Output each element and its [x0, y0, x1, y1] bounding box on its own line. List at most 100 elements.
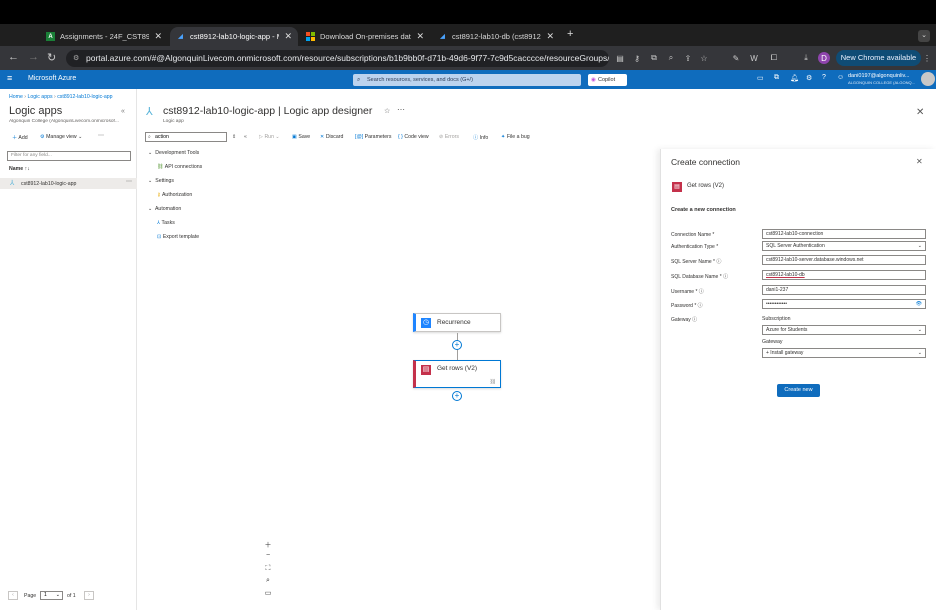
- install-app-icon[interactable]: ⧉: [648, 52, 660, 64]
- search-zoom-icon[interactable]: ⌕: [263, 577, 273, 585]
- new-tab-button[interactable]: +: [567, 28, 573, 40]
- directories-icon[interactable]: ⧉: [774, 74, 779, 82]
- window-top-bar: [0, 0, 936, 24]
- copilot-icon: ◉: [591, 77, 596, 83]
- search-icon: ⌕: [148, 134, 151, 140]
- server-name-input[interactable]: cst8912-lab10-server.database.windows.ne…: [762, 255, 926, 265]
- discard-button[interactable]: ✕ Discard: [320, 134, 343, 140]
- info-button[interactable]: ⓘ Info: [473, 134, 488, 141]
- fit-view-button[interactable]: ⛶: [263, 565, 273, 573]
- extension-w-icon[interactable]: W: [748, 52, 760, 64]
- menu-item-api-connections[interactable]: ⛓ API connections: [157, 164, 202, 170]
- close-panel-icon[interactable]: ✕: [916, 157, 923, 166]
- create-new-button[interactable]: Create new: [777, 384, 820, 397]
- connection-name-input[interactable]: cst8912-lab10-connection: [762, 229, 926, 239]
- help-icon[interactable]: ?: [822, 74, 826, 81]
- pager-label: Page: [24, 593, 37, 599]
- list-item-label: cst8912-lab10-logic-app: [21, 181, 77, 187]
- password-key-icon[interactable]: ⚷: [631, 52, 643, 64]
- save-button[interactable]: ▣ Save: [292, 134, 310, 140]
- menu-group-settings[interactable]: ⌄ Settings: [148, 178, 174, 184]
- file-bug-button[interactable]: ✦ File a bug: [501, 134, 530, 140]
- minimap-icon[interactable]: ▭: [263, 589, 273, 597]
- more-icon[interactable]: ⋯: [98, 132, 104, 139]
- feedback-icon[interactable]: ☺: [837, 74, 844, 81]
- chrome-menu-icon[interactable]: ⋮: [921, 52, 933, 64]
- browser-tab[interactable]: Download On-premises data ✕: [300, 27, 430, 46]
- reload-icon[interactable]: ↻: [47, 51, 56, 64]
- menu-search-input[interactable]: ⌕ action: [145, 132, 227, 142]
- close-tab-icon[interactable]: ✕: [416, 31, 424, 42]
- menu-item-authorization[interactable]: ⚷ Authorization: [157, 192, 192, 198]
- chrome-update-button[interactable]: New Chrome available: [836, 50, 921, 66]
- browser-tab-active[interactable]: ◢ cst8912-lab10-logic-app - M ✕: [170, 27, 298, 46]
- global-search-input[interactable]: ⌕ Search resources, services, and docs (…: [353, 74, 581, 86]
- cloud-shell-icon[interactable]: ▭: [757, 74, 764, 82]
- azure-brand[interactable]: Microsoft Azure: [28, 75, 76, 82]
- menu-item-export-template[interactable]: ⊡ Export template: [157, 234, 199, 240]
- tab-search-icon[interactable]: ⌄: [918, 30, 930, 42]
- add-button[interactable]: ＋ Add: [12, 134, 28, 141]
- url-input[interactable]: ⚙ portal.azure.com/#@AlgonquinLivecom.on…: [66, 50, 609, 67]
- page-select[interactable]: 1 ⌄: [40, 591, 63, 600]
- expand-collapse-icon[interactable]: ⇕: [232, 134, 236, 140]
- download-icon[interactable]: ⤓: [800, 52, 812, 64]
- copilot-button[interactable]: ◉ Copilot: [588, 74, 627, 86]
- get-rows-action-card[interactable]: ▤ Get rows (V2) ⛓: [413, 360, 501, 388]
- menu-group-development-tools[interactable]: ⌄ Development Tools: [148, 150, 199, 156]
- username-input[interactable]: dani1-237: [762, 285, 926, 295]
- close-tab-icon[interactable]: ✕: [546, 31, 554, 42]
- bookmark-star-icon[interactable]: ☆: [698, 52, 710, 64]
- insert-step-button[interactable]: +: [452, 340, 462, 350]
- notifications-icon[interactable]: 🔔︎: [790, 74, 799, 82]
- close-tab-icon[interactable]: ✕: [154, 31, 162, 42]
- profile-avatar[interactable]: D: [818, 52, 830, 64]
- prev-page-button[interactable]: ‹: [8, 591, 18, 600]
- site-info-icon[interactable]: ⚙: [73, 50, 79, 67]
- database-name-input[interactable]: cst8912-lab10-db: [762, 270, 926, 280]
- password-input[interactable]: •••••••••••• 👁︎: [762, 299, 926, 309]
- manage-view-button[interactable]: ⚙ Manage view ⌄: [40, 134, 83, 140]
- extensions-puzzle-icon[interactable]: ⧠: [768, 52, 780, 64]
- gateway-select[interactable]: + Install gateway ⌄: [762, 348, 926, 358]
- name-column-header[interactable]: Name ↑↓: [9, 166, 30, 172]
- gateway-sub-label: Gateway: [762, 339, 783, 345]
- forward-icon[interactable]: →: [28, 51, 39, 63]
- extension-icon[interactable]: ✎: [730, 52, 742, 64]
- list-item[interactable]: ⅄ cst8912-lab10-logic-app ⋯: [0, 178, 137, 189]
- page-icon[interactable]: ▤: [614, 52, 626, 64]
- next-page-button[interactable]: ›: [84, 591, 94, 600]
- zoom-out-button[interactable]: −: [263, 552, 273, 559]
- errors-button[interactable]: ⊘ Errors: [439, 134, 459, 140]
- close-blade-icon[interactable]: ✕: [916, 107, 924, 118]
- reveal-password-icon[interactable]: 👁︎: [916, 300, 922, 308]
- zoom-in-button[interactable]: ＋: [263, 540, 273, 550]
- more-icon[interactable]: ⋯: [397, 105, 405, 114]
- add-step-button[interactable]: +: [452, 391, 462, 401]
- share-icon[interactable]: ⇪: [682, 52, 694, 64]
- back-icon[interactable]: ←: [8, 51, 19, 63]
- browser-tab[interactable]: A Assignments - 24F_CST8912 ✕: [40, 27, 168, 46]
- plus-icon: ＋: [12, 135, 18, 141]
- auth-type-select[interactable]: SQL Server Authentication ⌄: [762, 241, 926, 251]
- parameters-button[interactable]: [@] Parameters: [355, 134, 391, 140]
- user-avatar[interactable]: [921, 72, 935, 86]
- collapse-icon[interactable]: «: [121, 108, 125, 115]
- code-view-button[interactable]: { } Code view: [398, 134, 429, 140]
- run-button[interactable]: ▷ Run ⌄: [259, 134, 280, 140]
- recurrence-trigger-card[interactable]: ◷ Recurrence: [413, 313, 501, 332]
- collapse-menu-icon[interactable]: «: [244, 134, 247, 140]
- zoom-icon[interactable]: ⌕: [665, 52, 677, 64]
- row-more-icon[interactable]: ⋯: [126, 178, 132, 185]
- logic-app-icon: ⅄: [146, 106, 153, 118]
- browser-tab[interactable]: ◢ cst8912-lab10-db (cst8912- ✕: [432, 27, 560, 46]
- menu-item-tasks[interactable]: ⅄ Tasks: [157, 220, 175, 226]
- user-email[interactable]: dani0197@algonquinliv...: [848, 73, 909, 79]
- settings-gear-icon[interactable]: ⚙: [806, 74, 812, 82]
- hamburger-menu-icon[interactable]: ≡: [7, 73, 12, 83]
- filter-input[interactable]: Filter for any field...: [7, 151, 131, 161]
- favorite-star-icon[interactable]: ☆: [384, 107, 390, 115]
- subscription-select[interactable]: Azure for Students ⌄: [762, 325, 926, 335]
- menu-group-automation[interactable]: ⌄ Automation: [148, 206, 181, 212]
- close-tab-icon[interactable]: ✕: [284, 31, 292, 42]
